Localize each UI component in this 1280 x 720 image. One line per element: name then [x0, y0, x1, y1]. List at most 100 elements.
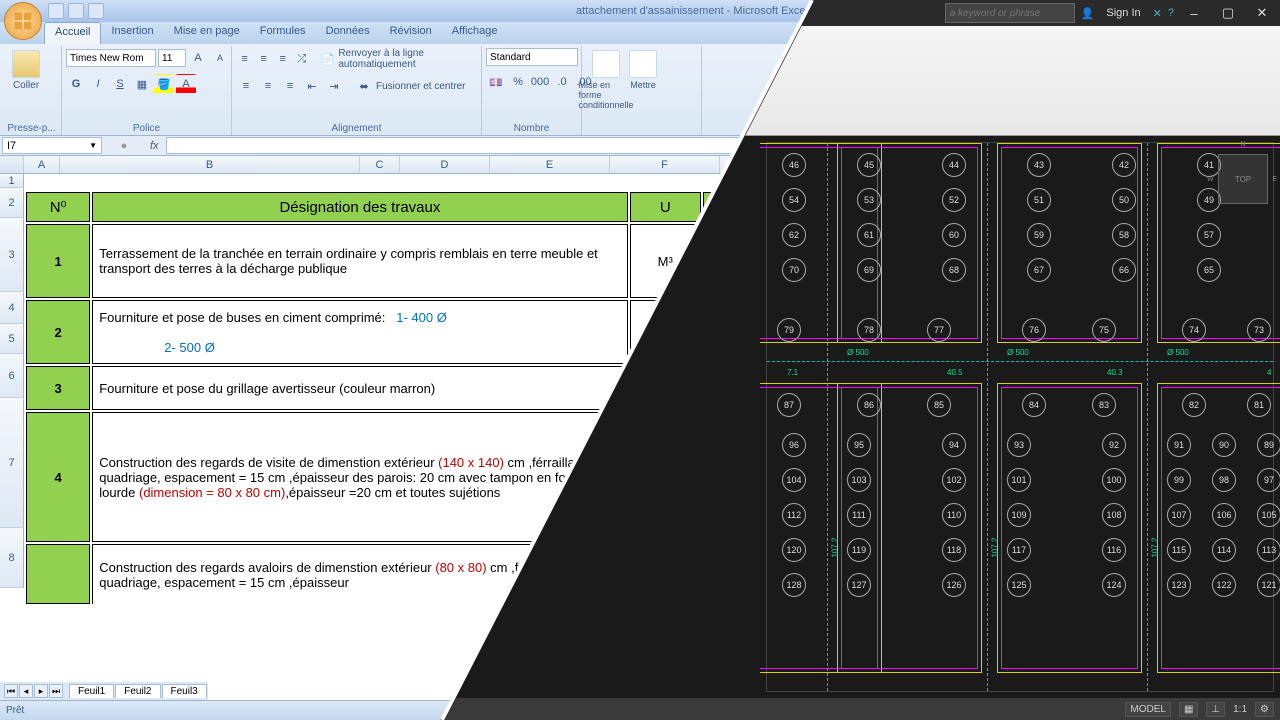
circle-58[interactable]: 58 [1112, 223, 1136, 247]
circle-51[interactable]: 51 [1027, 188, 1051, 212]
circle-126[interactable]: 126 [942, 573, 966, 597]
cond-format-button[interactable]: Mise en forme conditionnelle [586, 48, 626, 112]
circle-78[interactable]: 78 [857, 318, 881, 342]
circle-85[interactable]: 85 [927, 393, 951, 417]
align-left-icon[interactable]: ≡ [236, 76, 256, 96]
circle-77[interactable]: 77 [927, 318, 951, 342]
circle-87[interactable]: 87 [777, 393, 801, 417]
circle-103[interactable]: 103 [847, 468, 871, 492]
percent-icon[interactable]: % [508, 72, 528, 92]
exchange-icon[interactable]: ✕ [1153, 7, 1162, 20]
circle-127[interactable]: 127 [847, 573, 871, 597]
close-icon[interactable]: ✕ [1248, 5, 1276, 21]
circle-100[interactable]: 100 [1102, 468, 1126, 492]
row-2[interactable]: 2 [0, 188, 24, 218]
align-right-icon[interactable]: ≡ [280, 76, 300, 96]
prev-sheet-icon[interactable]: ◂ [19, 684, 33, 698]
circle-125[interactable]: 125 [1007, 573, 1031, 597]
col-b[interactable]: B [60, 156, 360, 173]
redo-icon[interactable] [88, 3, 104, 19]
paste-button[interactable]: Coller [6, 48, 46, 93]
row-1[interactable]: 1 [0, 174, 24, 188]
font-color-button[interactable]: A [176, 74, 196, 94]
tab-formules[interactable]: Formules [250, 22, 316, 44]
row-8[interactable]: 8 [0, 528, 24, 588]
wrap-text-icon[interactable]: 📄 [319, 49, 336, 69]
circle-67[interactable]: 67 [1027, 258, 1051, 282]
indent-inc-icon[interactable]: ⇥ [324, 76, 344, 96]
align-middle-icon[interactable]: ≡ [255, 49, 272, 69]
circle-113[interactable]: 113 [1257, 538, 1280, 562]
col-d[interactable]: D [400, 156, 490, 173]
circle-107[interactable]: 107 [1167, 503, 1191, 527]
save-icon[interactable] [48, 3, 64, 19]
first-sheet-icon[interactable]: ⏮ [4, 684, 18, 698]
circle-104[interactable]: 104 [782, 468, 806, 492]
autodesk-icon[interactable]: 👤 [1081, 7, 1095, 20]
circle-46[interactable]: 46 [782, 153, 806, 177]
circle-73[interactable]: 73 [1247, 318, 1271, 342]
circle-76[interactable]: 76 [1022, 318, 1046, 342]
grow-font-icon[interactable]: A [188, 48, 208, 68]
circle-93[interactable]: 93 [1007, 433, 1031, 457]
sheet-tab-3[interactable]: Feuil3 [162, 684, 207, 698]
circle-122[interactable]: 122 [1212, 573, 1236, 597]
circle-52[interactable]: 52 [942, 188, 966, 212]
circle-98[interactable]: 98 [1212, 468, 1236, 492]
circle-116[interactable]: 116 [1102, 538, 1126, 562]
circle-90[interactable]: 90 [1212, 433, 1236, 457]
scale-label[interactable]: 1:1 [1233, 704, 1247, 715]
align-center-icon[interactable]: ≡ [258, 76, 278, 96]
number-format-select[interactable] [486, 48, 578, 66]
circle-69[interactable]: 69 [857, 258, 881, 282]
currency-icon[interactable]: 💷 [486, 72, 506, 92]
circle-74[interactable]: 74 [1182, 318, 1206, 342]
circle-119[interactable]: 119 [847, 538, 871, 562]
settings-icon[interactable]: ⚙ [1255, 702, 1274, 717]
circle-84[interactable]: 84 [1022, 393, 1046, 417]
align-bottom-icon[interactable]: ≡ [274, 49, 291, 69]
circle-92[interactable]: 92 [1102, 433, 1126, 457]
fill-color-button[interactable]: 🪣 [154, 74, 174, 94]
name-box[interactable]: I7▼ [2, 137, 102, 154]
row-3[interactable]: 3 [0, 218, 24, 292]
circle-111[interactable]: 111 [847, 503, 871, 527]
model-space[interactable]: Ø 500Ø 500Ø 500Ø 57.140.540.34107.2107.2… [760, 136, 1280, 698]
circle-62[interactable]: 62 [782, 223, 806, 247]
circle-112[interactable]: 112 [782, 503, 806, 527]
circle-121[interactable]: 121 [1257, 573, 1280, 597]
shrink-font-icon[interactable]: A [210, 48, 230, 68]
circle-83[interactable]: 83 [1092, 393, 1116, 417]
align-top-icon[interactable]: ≡ [236, 49, 253, 69]
circle-108[interactable]: 108 [1102, 503, 1126, 527]
circle-59[interactable]: 59 [1027, 223, 1051, 247]
circle-123[interactable]: 123 [1167, 573, 1191, 597]
minimize-icon[interactable]: – [1180, 6, 1208, 21]
font-size-select[interactable] [158, 49, 186, 67]
row-7[interactable]: 7 [0, 398, 24, 528]
circle-120[interactable]: 120 [782, 538, 806, 562]
circle-82[interactable]: 82 [1182, 393, 1206, 417]
maximize-icon[interactable]: ▢ [1214, 5, 1242, 21]
circle-109[interactable]: 109 [1007, 503, 1031, 527]
circle-68[interactable]: 68 [942, 258, 966, 282]
circle-99[interactable]: 99 [1167, 468, 1191, 492]
circle-94[interactable]: 94 [942, 433, 966, 457]
format-table-button[interactable]: Mettre [628, 48, 658, 92]
circle-50[interactable]: 50 [1112, 188, 1136, 212]
circle-57[interactable]: 57 [1197, 223, 1221, 247]
search-input[interactable] [945, 3, 1075, 23]
italic-button[interactable]: I [88, 74, 108, 94]
ortho-icon[interactable]: ⊥ [1206, 702, 1225, 717]
last-sheet-icon[interactable]: ⏭ [49, 684, 63, 698]
tab-mise-en-page[interactable]: Mise en page [164, 22, 250, 44]
office-button[interactable] [4, 2, 42, 40]
grid-snap-icon[interactable]: ▦ [1179, 702, 1198, 717]
circle-42[interactable]: 42 [1112, 153, 1136, 177]
row-6[interactable]: 6 [0, 354, 24, 398]
circle-117[interactable]: 117 [1007, 538, 1031, 562]
tab-accueil[interactable]: Accueil [44, 22, 101, 44]
circle-44[interactable]: 44 [942, 153, 966, 177]
circle-128[interactable]: 128 [782, 573, 806, 597]
circle-124[interactable]: 124 [1102, 573, 1126, 597]
